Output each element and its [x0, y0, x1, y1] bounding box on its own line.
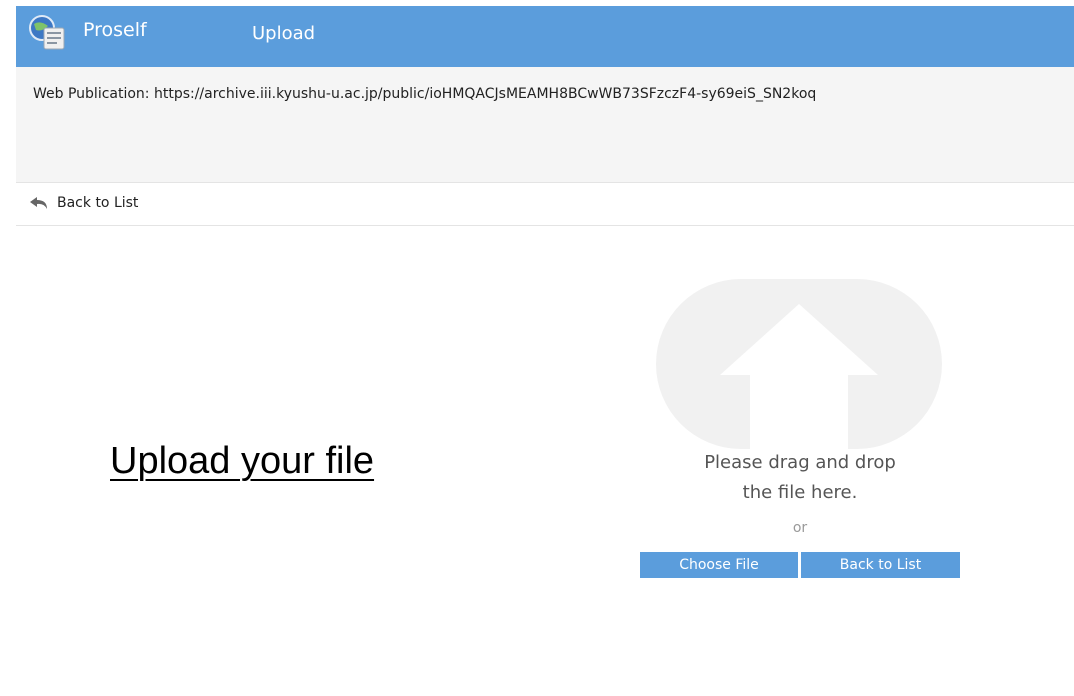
- drop-instructions: Please drag and drop the file here.: [640, 448, 960, 508]
- choose-file-button[interactable]: Choose File: [640, 552, 798, 578]
- app-name: Proself: [83, 19, 147, 41]
- drop-instructions-line1: Please drag and drop: [704, 452, 896, 473]
- page-title: Upload: [252, 23, 316, 44]
- app-header: Proself Upload: [16, 6, 1074, 67]
- back-to-list-label: Back to List: [57, 195, 139, 211]
- cloud-upload-icon: [656, 279, 942, 449]
- upload-heading: Upload your file: [110, 440, 375, 482]
- or-separator: or: [792, 520, 808, 536]
- publication-panel: Web Publication: https://archive.iii.kyu…: [16, 67, 1074, 183]
- drop-instructions-line2: the file here.: [742, 482, 858, 503]
- back-to-list-link[interactable]: Back to List: [16, 183, 1074, 226]
- publication-url-text: Web Publication: https://archive.iii.kyu…: [33, 86, 817, 102]
- undo-arrow-icon: [30, 197, 47, 209]
- back-to-list-button[interactable]: Back to List: [801, 552, 960, 578]
- proself-logo-icon: [29, 15, 65, 50]
- file-drop-zone[interactable]: Please drag and drop the file here. or C…: [640, 270, 960, 590]
